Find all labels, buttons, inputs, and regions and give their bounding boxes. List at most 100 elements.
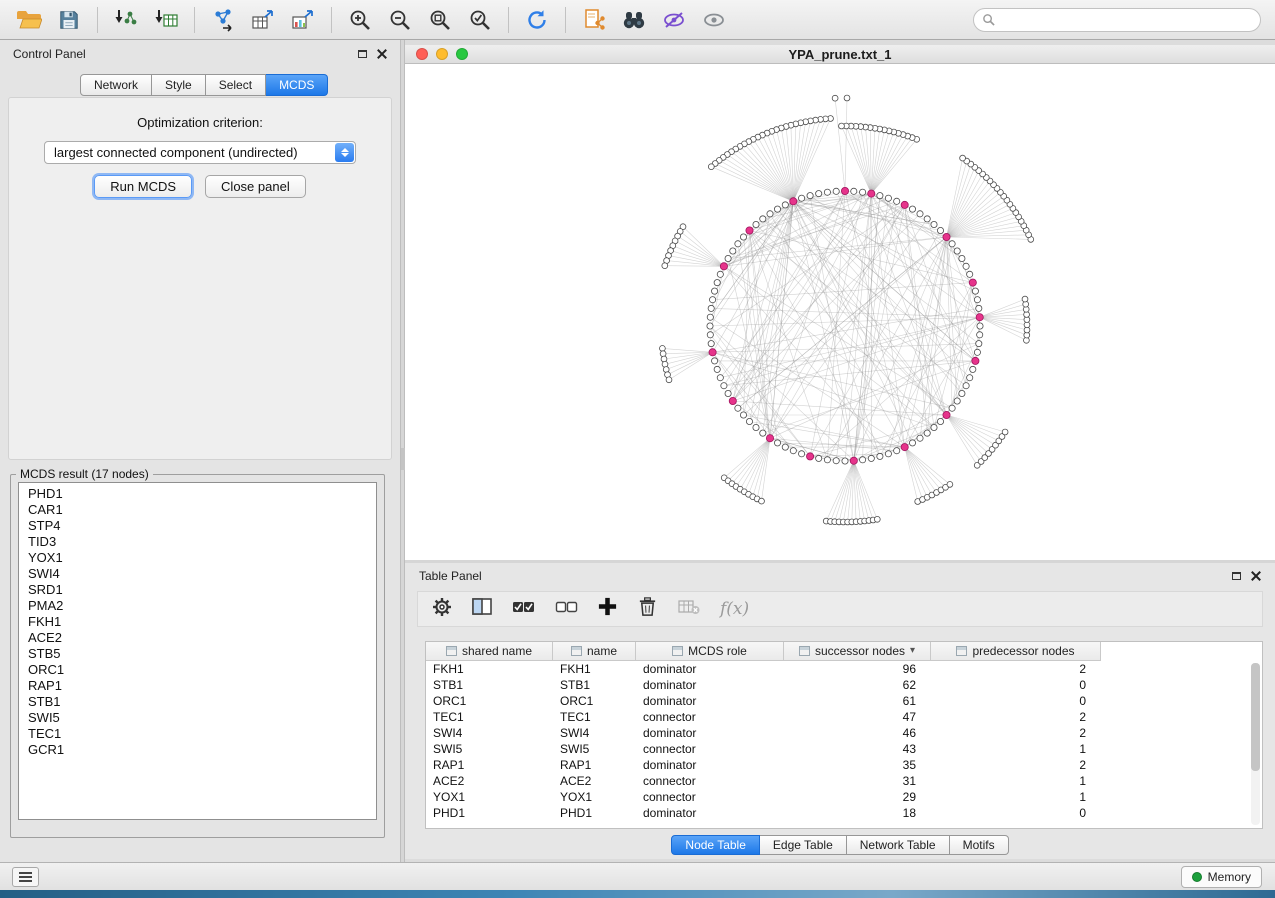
- mcds-result-item[interactable]: ACE2: [19, 630, 376, 646]
- import-table-icon[interactable]: [147, 4, 185, 36]
- filter-icon[interactable]: [655, 4, 693, 36]
- cell-successor-nodes: 29: [784, 790, 931, 804]
- status-bar: Memory: [0, 862, 1275, 890]
- table-row[interactable]: SWI4SWI4dominator462: [426, 725, 1262, 741]
- window-minimize-icon[interactable]: [436, 48, 448, 60]
- close-panel-icon[interactable]: [377, 49, 387, 59]
- cell-predecessor-nodes: 0: [931, 694, 1101, 708]
- cell-successor-nodes: 62: [784, 678, 931, 692]
- cell-shared-name: TEC1: [426, 710, 553, 724]
- search-box[interactable]: [973, 8, 1261, 32]
- delete-column-trash-icon[interactable]: [637, 596, 658, 622]
- zoom-selected-icon[interactable]: [461, 4, 499, 36]
- mcds-result-item[interactable]: STB5: [19, 646, 376, 662]
- cell-shared-name: PHD1: [426, 806, 553, 820]
- toolbar-separator: [97, 7, 98, 33]
- window-maximize-icon[interactable]: [456, 48, 468, 60]
- mcds-result-item[interactable]: STP4: [19, 518, 376, 534]
- export-network-icon[interactable]: [204, 4, 242, 36]
- search-input[interactable]: [1001, 13, 1252, 27]
- mcds-result-item[interactable]: FKH1: [19, 614, 376, 630]
- tab-network[interactable]: Network: [80, 74, 152, 96]
- mcds-result-list[interactable]: PHD1CAR1STP4TID3YOX1SWI4SRD1PMA2FKH1ACE2…: [18, 482, 377, 820]
- tab-motifs[interactable]: Motifs: [950, 835, 1009, 855]
- table-row[interactable]: ACE2ACE2connector311: [426, 773, 1262, 789]
- mcds-result-item[interactable]: ORC1: [19, 662, 376, 678]
- mcds-result-item[interactable]: RAP1: [19, 678, 376, 694]
- import-network-icon[interactable]: [107, 4, 145, 36]
- table-row[interactable]: STB1STB1dominator620: [426, 677, 1262, 693]
- cell-name: TEC1: [553, 710, 636, 724]
- close-panel-button[interactable]: Close panel: [205, 175, 306, 198]
- table-panel-title: Table Panel: [419, 569, 482, 583]
- delete-table-icon[interactable]: [678, 598, 700, 620]
- cell-shared-name: ACE2: [426, 774, 553, 788]
- zoom-out-icon[interactable]: [381, 4, 419, 36]
- table-settings-gear-icon[interactable]: [432, 597, 452, 622]
- table-scrollbar[interactable]: [1251, 663, 1260, 825]
- zoom-in-icon[interactable]: [341, 4, 379, 36]
- cell-successor-nodes: 96: [784, 662, 931, 676]
- save-icon[interactable]: [50, 4, 88, 36]
- table-row[interactable]: FKH1FKH1dominator962: [426, 661, 1262, 677]
- mcds-result-item[interactable]: YOX1: [19, 550, 376, 566]
- optimization-criterion-dropdown[interactable]: largest connected component (undirected): [44, 141, 356, 164]
- float-panel-icon[interactable]: [1232, 572, 1241, 580]
- zoom-fit-icon[interactable]: [421, 4, 459, 36]
- mcds-result-item[interactable]: TEC1: [19, 726, 376, 742]
- table-row[interactable]: PHD1PHD1dominator180: [426, 805, 1262, 821]
- control-panel-header: Control Panel: [0, 40, 400, 68]
- network-window-titlebar: YPA_prune.txt_1: [405, 45, 1275, 64]
- mcds-result-group: MCDS result (17 nodes) PHD1CAR1STP4TID3Y…: [10, 467, 385, 838]
- column-header-successor-nodes[interactable]: successor nodes▾: [784, 642, 931, 661]
- run-mcds-button[interactable]: Run MCDS: [94, 175, 192, 198]
- tab-node-table[interactable]: Node Table: [671, 835, 760, 855]
- deselect-all-icon[interactable]: [555, 598, 578, 621]
- open-folder-icon[interactable]: [10, 4, 48, 36]
- tab-select[interactable]: Select: [206, 74, 266, 96]
- mcds-result-item[interactable]: GCR1: [19, 742, 376, 758]
- tab-mcds[interactable]: MCDS: [266, 74, 328, 96]
- table-row[interactable]: RAP1RAP1dominator352: [426, 757, 1262, 773]
- float-panel-icon[interactable]: [358, 50, 367, 58]
- export-table-icon[interactable]: [244, 4, 282, 36]
- network-view[interactable]: [405, 64, 1275, 560]
- copy-style-icon[interactable]: [575, 4, 613, 36]
- search-network-icon[interactable]: [615, 4, 653, 36]
- close-panel-icon[interactable]: [1251, 571, 1261, 581]
- network-graph[interactable]: [405, 64, 1275, 560]
- window-close-icon[interactable]: [416, 48, 428, 60]
- column-header-name[interactable]: name: [553, 642, 636, 661]
- select-all-icon[interactable]: [512, 598, 535, 621]
- tab-style[interactable]: Style: [152, 74, 206, 96]
- cell-successor-nodes: 35: [784, 758, 931, 772]
- mcds-result-item[interactable]: CAR1: [19, 502, 376, 518]
- table-toolbar: f(x): [417, 591, 1263, 627]
- show-columns-icon[interactable]: [472, 597, 492, 621]
- column-header-MCDS-role[interactable]: MCDS role: [636, 642, 784, 661]
- mcds-result-item[interactable]: PHD1: [19, 486, 376, 502]
- refresh-icon[interactable]: [518, 4, 556, 36]
- tab-edge-table[interactable]: Edge Table: [760, 835, 847, 855]
- add-column-icon[interactable]: [598, 597, 617, 621]
- scrollbar-thumb[interactable]: [1251, 663, 1260, 771]
- mcds-result-item[interactable]: PMA2: [19, 598, 376, 614]
- table-row[interactable]: YOX1YOX1connector291: [426, 789, 1262, 805]
- table-panel: Table Panel: [405, 563, 1275, 859]
- table-row[interactable]: SWI5SWI5connector431: [426, 741, 1262, 757]
- export-image-icon[interactable]: [284, 4, 322, 36]
- function-builder-icon[interactable]: f(x): [720, 599, 749, 619]
- table-row[interactable]: ORC1ORC1dominator610: [426, 693, 1262, 709]
- mcds-result-item[interactable]: STB1: [19, 694, 376, 710]
- mcds-result-item[interactable]: TID3: [19, 534, 376, 550]
- column-header-predecessor-nodes[interactable]: predecessor nodes: [931, 642, 1101, 661]
- memory-button[interactable]: Memory: [1181, 866, 1262, 888]
- table-row[interactable]: TEC1TEC1connector472: [426, 709, 1262, 725]
- hamburger-menu-icon[interactable]: [12, 867, 39, 887]
- mcds-result-item[interactable]: SRD1: [19, 582, 376, 598]
- column-header-shared-name[interactable]: shared name: [426, 642, 553, 661]
- show-hide-icon[interactable]: [695, 4, 733, 36]
- mcds-result-item[interactable]: SWI5: [19, 710, 376, 726]
- mcds-result-item[interactable]: SWI4: [19, 566, 376, 582]
- tab-network-table[interactable]: Network Table: [847, 835, 950, 855]
